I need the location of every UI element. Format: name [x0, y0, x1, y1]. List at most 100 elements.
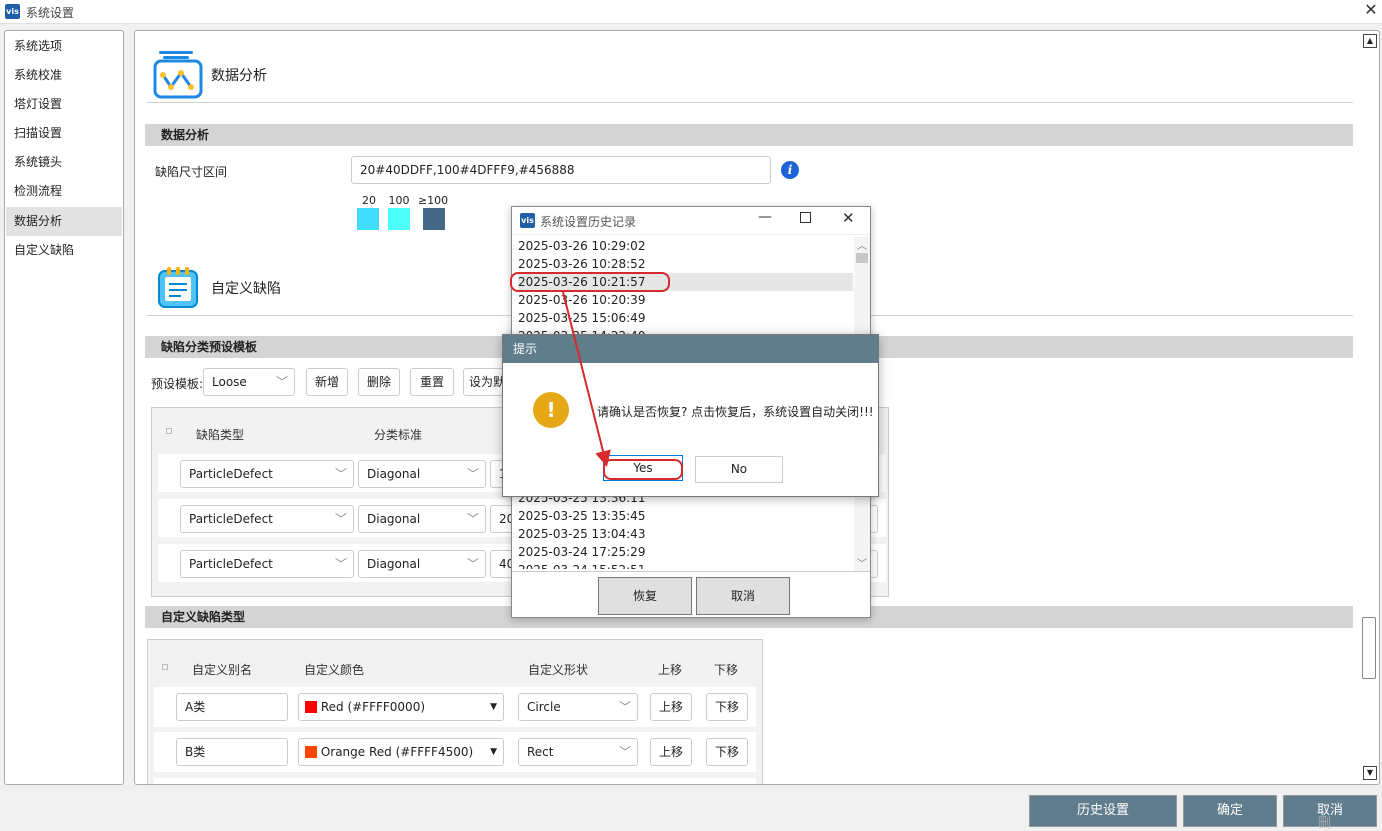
move-up-button[interactable]: 上移: [650, 738, 692, 766]
table-row: [154, 778, 756, 784]
history-cancel-button[interactable]: 取消: [696, 577, 790, 615]
history-item[interactable]: 2025-03-25 15:06:49: [518, 309, 853, 327]
custom-defect-heading: 自定义缺陷: [211, 281, 281, 297]
sidebar: 系统选项 系统校准 塔灯设置 扫描设置 系统镜头 检测流程 数据分析 自定义缺陷: [4, 30, 124, 785]
shape-select[interactable]: Rect ﹀: [518, 738, 638, 766]
history-item[interactable]: 2025-03-26 10:20:39: [518, 291, 853, 309]
history-item[interactable]: 2025-03-25 13:04:43: [518, 525, 853, 543]
history-item[interactable]: 2025-03-26 10:28:52: [518, 255, 853, 273]
standard-select[interactable]: Diagonal ﹀: [358, 460, 486, 488]
scroll-up-icon[interactable]: ▲: [1363, 34, 1377, 48]
chevron-down-icon: ﹀: [466, 512, 479, 526]
alias-input[interactable]: A类: [176, 693, 288, 721]
add-template-button[interactable]: 新增: [306, 368, 348, 396]
sidebar-item-process[interactable]: 检测流程: [6, 177, 122, 206]
column-header-type: 缺陷类型: [196, 428, 245, 442]
sidebar-item-scan[interactable]: 扫描设置: [6, 119, 122, 148]
window-close-icon[interactable]: ✕: [1360, 0, 1382, 22]
sidebar-item-data-analysis[interactable]: 数据分析: [6, 207, 122, 236]
sidebar-item-calibration[interactable]: 系统校准: [6, 61, 122, 90]
divider: [147, 102, 1353, 103]
column-header-down: 下移: [714, 663, 739, 677]
close-icon[interactable]: ✕: [842, 209, 855, 227]
column-header-up: 上移: [658, 663, 683, 677]
history-item[interactable]: 2025-03-25 13:35:45: [518, 507, 853, 525]
legend-swatch-100: [388, 208, 410, 230]
column-header-alias: 自定义别名: [192, 663, 253, 677]
clipboard-icon: [153, 265, 203, 309]
legend-swatch-20: [357, 208, 379, 230]
delete-template-button[interactable]: 删除: [358, 368, 400, 396]
preset-template-label: 预设模板:: [151, 377, 204, 391]
history-dialog-titlebar: vis 系统设置历史记录 — ✕: [512, 207, 870, 235]
move-down-button[interactable]: 下移: [706, 693, 748, 721]
main-scrollbar-thumb[interactable]: [1362, 617, 1376, 679]
defect-type-select[interactable]: ParticleDefect ﹀: [180, 505, 354, 533]
history-scrollbar-thumb[interactable]: [856, 253, 868, 263]
move-down-button[interactable]: 下移: [706, 738, 748, 766]
scroll-down-icon[interactable]: ▼: [1363, 766, 1377, 780]
app-logo: vis: [520, 213, 535, 228]
restore-button[interactable]: 恢复: [598, 577, 692, 615]
history-item[interactable]: 2025-03-26 10:29:02: [518, 237, 853, 255]
move-up-button[interactable]: 上移: [650, 693, 692, 721]
chevron-down-icon: ﹀: [334, 467, 347, 481]
scroll-up-icon[interactable]: ︿: [857, 237, 867, 252]
reset-template-button[interactable]: 重置: [410, 368, 454, 396]
defect-type-select[interactable]: ParticleDefect ﹀: [180, 550, 354, 578]
confirm-button[interactable]: 确定: [1183, 795, 1277, 827]
no-button[interactable]: No: [695, 456, 783, 483]
table-row: B类 Orange Red (#FFFF4500) ▼ Rect ﹀ 上移 下移: [154, 732, 756, 772]
window-title: 系统设置: [26, 6, 75, 20]
chevron-down-icon: ﹀: [334, 557, 347, 571]
defect-size-input[interactable]: 20#40DDFF,100#4DFFF9,#456888: [351, 156, 771, 184]
shape-select[interactable]: Circle ﹀: [518, 693, 638, 721]
column-header-color: 自定义颜色: [304, 663, 365, 677]
legend-swatch-over-100: [423, 208, 445, 230]
dropdown-arrow-icon: ▼: [490, 702, 497, 712]
title-bar: vis 系统设置 ✕: [0, 0, 1382, 24]
legend-label-20: 20: [362, 194, 376, 207]
standard-select[interactable]: Diagonal ﹀: [358, 550, 486, 578]
row-header-marker: [166, 428, 172, 434]
sidebar-item-system-options[interactable]: 系统选项: [6, 32, 122, 61]
app-logo: vis: [5, 4, 20, 19]
data-analysis-heading: 数据分析: [211, 68, 267, 84]
maximize-icon[interactable]: [800, 212, 811, 223]
divider: [512, 571, 870, 572]
selected-entry-highlight: [510, 272, 670, 292]
preset-template-value: Loose: [212, 375, 247, 389]
history-dialog-title: 系统设置历史记录: [540, 215, 637, 229]
chevron-down-icon: ﹀: [275, 375, 288, 389]
color-swatch: [305, 746, 317, 758]
minimize-icon[interactable]: —: [758, 209, 772, 225]
yes-button-highlight: [603, 459, 683, 480]
chevron-down-icon: ﹀: [618, 700, 631, 714]
table-row: A类 Red (#FFFF0000) ▼ Circle ﹀ 上移 下移: [154, 687, 756, 727]
scroll-down-icon[interactable]: ﹀: [857, 555, 867, 570]
alias-input[interactable]: B类: [176, 738, 288, 766]
history-settings-button[interactable]: 历史设置: [1029, 795, 1177, 827]
section-data-analysis: 数据分析: [145, 124, 1353, 146]
warning-icon: !: [533, 392, 569, 428]
preset-template-select[interactable]: Loose ﹀: [203, 368, 295, 396]
legend-label-100: 100: [388, 194, 410, 207]
prompt-title: 提示: [503, 335, 878, 363]
defect-type-select[interactable]: ParticleDefect ﹀: [180, 460, 354, 488]
standard-select[interactable]: Diagonal ﹀: [358, 505, 486, 533]
chevron-down-icon: ﹀: [618, 745, 631, 759]
sidebar-item-custom-defect[interactable]: 自定义缺陷: [6, 236, 122, 265]
info-icon[interactable]: i: [781, 161, 799, 179]
color-select[interactable]: Red (#FFFF0000) ▼: [298, 693, 504, 721]
confirm-prompt-dialog: 提示 ! 请确认是否恢复? 点击恢复后，系统设置自动关闭!!! Yes No: [502, 334, 879, 497]
chevron-down-icon: ﹀: [466, 557, 479, 571]
column-header-shape: 自定义形状: [528, 663, 589, 677]
history-item[interactable]: 2025-03-24 15:52:51: [518, 561, 853, 569]
defect-size-label: 缺陷尺寸区间: [155, 165, 228, 179]
sidebar-item-tower-light[interactable]: 塔灯设置: [6, 90, 122, 119]
color-swatch: [305, 701, 317, 713]
sidebar-item-lens[interactable]: 系统镜头: [6, 148, 122, 177]
color-select[interactable]: Orange Red (#FFFF4500) ▼: [298, 738, 504, 766]
custom-type-table: 自定义别名 自定义颜色 自定义形状 上移 下移 A类 Red (#FFFF000…: [147, 639, 763, 784]
history-item[interactable]: 2025-03-24 17:25:29: [518, 543, 853, 561]
